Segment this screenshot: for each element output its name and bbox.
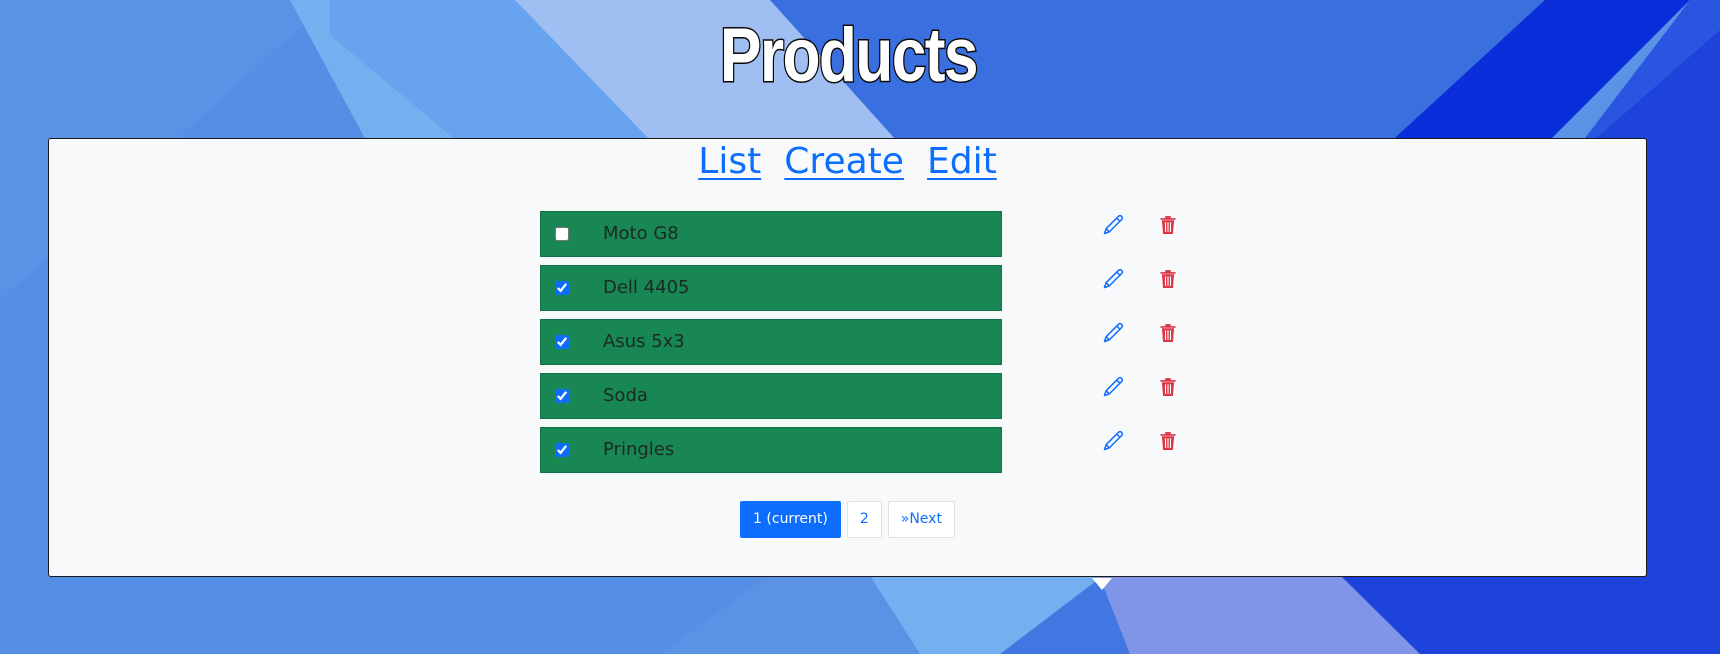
list-item: Dell 4405 <box>540 265 1176 319</box>
product-checkbox[interactable] <box>555 335 569 349</box>
product-name: Pringles <box>603 439 675 460</box>
trash-icon[interactable] <box>1157 376 1179 398</box>
pencil-icon[interactable] <box>1102 268 1124 290</box>
list-item: Moto G8 <box>540 211 1176 265</box>
product-name: Asus 5x3 <box>603 331 685 352</box>
page-1-current[interactable]: 1 (current) <box>740 501 841 538</box>
pencil-icon[interactable] <box>1102 430 1124 452</box>
product-checkbox[interactable] <box>555 443 569 457</box>
main-nav: List Create Edit <box>49 139 1646 199</box>
trash-icon[interactable] <box>1157 268 1179 290</box>
nav-link-list[interactable]: List <box>698 141 761 182</box>
product-checkbox[interactable] <box>555 389 569 403</box>
product-item: Soda <box>540 373 1002 419</box>
pencil-icon[interactable] <box>1102 376 1124 398</box>
list-item: Asus 5x3 <box>540 319 1176 373</box>
pencil-icon[interactable] <box>1102 214 1124 236</box>
product-item: Asus 5x3 <box>540 319 1002 365</box>
nav-link-create[interactable]: Create <box>784 141 904 182</box>
product-name: Soda <box>603 385 648 406</box>
pagination: 1 (current) 2 »Next <box>49 501 1646 538</box>
trash-icon[interactable] <box>1157 214 1179 236</box>
nav-link-edit[interactable]: Edit <box>927 141 997 182</box>
trash-icon[interactable] <box>1157 430 1179 452</box>
product-name: Moto G8 <box>603 223 679 244</box>
trash-icon[interactable] <box>1157 322 1179 344</box>
content-panel: List Create Edit Moto G8 Dell 4405 Asus … <box>48 138 1647 577</box>
list-item: Pringles <box>540 427 1176 481</box>
page-2-link[interactable]: 2 <box>846 501 882 538</box>
product-checkbox[interactable] <box>555 227 569 241</box>
product-item: Pringles <box>540 427 1002 473</box>
page-title: Products <box>719 12 980 100</box>
product-item: Dell 4405 <box>540 265 1002 311</box>
pencil-icon[interactable] <box>1102 322 1124 344</box>
next-page-link[interactable]: »Next <box>887 501 955 538</box>
product-item: Moto G8 <box>540 211 1002 257</box>
product-checkbox[interactable] <box>555 281 569 295</box>
list-item: Soda <box>540 373 1176 427</box>
product-name: Dell 4405 <box>603 277 690 298</box>
product-list: Moto G8 Dell 4405 Asus 5x3 Soda Pringles <box>540 211 1176 481</box>
